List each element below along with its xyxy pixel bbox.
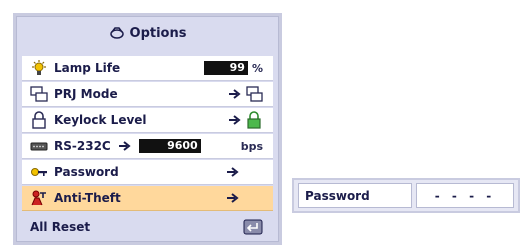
menu-item-label: Anti-Theft <box>54 191 121 205</box>
menu-item-password[interactable]: Password <box>22 160 273 185</box>
password-input[interactable]: - - - - <box>416 183 514 208</box>
lock-icon <box>32 111 46 129</box>
menu-header: Options <box>16 16 279 50</box>
lamp-icon <box>32 60 46 75</box>
menu-item-all-reset[interactable]: All Reset <box>22 214 273 240</box>
password-label: Password <box>298 183 412 208</box>
arrow-right-icon <box>227 167 239 177</box>
options-icon <box>109 27 124 39</box>
rs232c-unit: bps <box>240 139 263 153</box>
menu-item-rs232c[interactable]: RS-232C 9600 bps <box>22 134 273 159</box>
menu-item-label: RS-232C <box>54 139 111 153</box>
menu-item-anti-theft[interactable]: Anti-Theft <box>22 186 273 211</box>
password-submenu: Password - - - - <box>292 178 520 213</box>
arrow-right-icon <box>229 89 241 99</box>
serial-port-icon <box>30 142 48 151</box>
menu-title: Options <box>129 25 187 41</box>
menu-item-lamp-life[interactable]: Lamp Life 99 % <box>22 56 273 81</box>
enter-icon <box>243 219 263 235</box>
menu-item-label: Password <box>54 165 119 179</box>
key-icon <box>31 168 47 176</box>
lamp-life-unit: % <box>251 61 263 75</box>
menu-item-label: Lamp Life <box>54 61 121 75</box>
anti-theft-icon <box>31 190 46 206</box>
projector-mode-icon <box>30 86 48 102</box>
lamp-life-value: 99 <box>203 61 248 75</box>
menu-item-label: PRJ Mode <box>54 87 118 101</box>
arrow-right-icon <box>227 193 239 203</box>
rs232c-value: 9600 <box>138 139 201 153</box>
options-menu: Options Lamp Life 99 % PRJ Mode Keylock … <box>13 13 282 245</box>
menu-item-keylock-level[interactable]: Keylock Level <box>22 108 273 133</box>
arrow-right-icon <box>229 115 241 125</box>
projector-mode-icon <box>246 86 263 102</box>
menu-item-label: Keylock Level <box>54 113 147 127</box>
menu-item-prj-mode[interactable]: PRJ Mode <box>22 82 273 107</box>
lock-icon <box>247 111 261 129</box>
arrow-right-icon <box>118 141 131 151</box>
all-reset-label: All Reset <box>30 220 91 234</box>
